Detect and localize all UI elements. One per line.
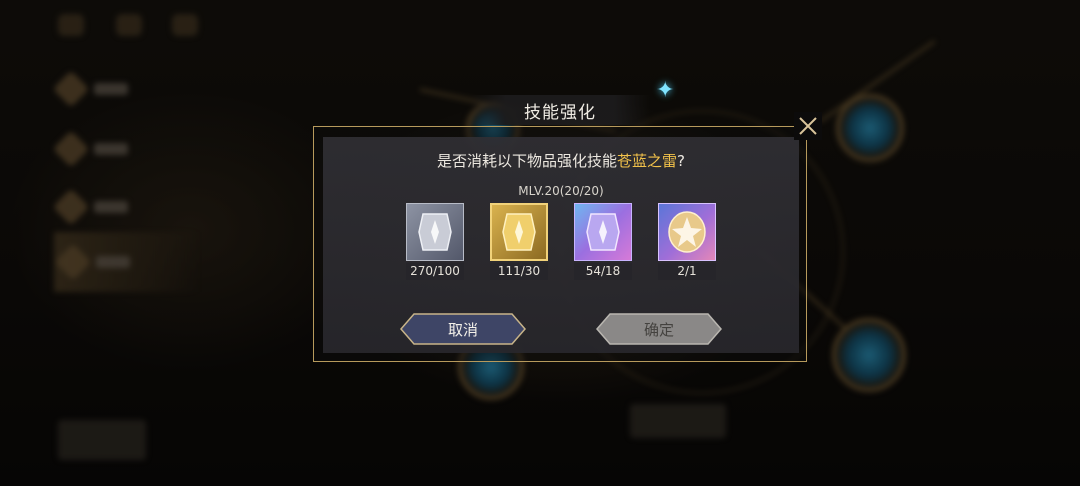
item-count: 54/18 bbox=[574, 263, 632, 280]
cancel-button[interactable]: 取消 bbox=[400, 313, 526, 345]
item-count: 2/1 bbox=[658, 263, 716, 280]
item-count: 111/30 bbox=[490, 263, 548, 280]
cost-item[interactable]: 54/18 bbox=[574, 203, 634, 280]
sparkle-icon: ✦ bbox=[656, 78, 675, 103]
confirm-question: 是否消耗以下物品强化技能苍蓝之雷? bbox=[323, 150, 799, 171]
cost-item[interactable]: 270/100 bbox=[406, 203, 466, 280]
confirm-button[interactable]: 确定 bbox=[596, 313, 722, 345]
skill-name: 苍蓝之雷 bbox=[617, 152, 678, 170]
cost-item[interactable]: 2/1 bbox=[658, 203, 718, 280]
gold-crystal-icon bbox=[490, 203, 548, 261]
dialog-title: 技能强化 bbox=[524, 102, 596, 123]
silver-crystal-icon bbox=[406, 203, 464, 261]
close-icon bbox=[799, 117, 817, 135]
question-mark: ? bbox=[677, 152, 685, 170]
question-text: 是否消耗以下物品强化技能 bbox=[437, 152, 618, 170]
confirm-label: 确定 bbox=[643, 320, 674, 339]
cost-items: 270/100 111/30 54/18 2/1 bbox=[406, 203, 718, 283]
prismatic-crystal-icon bbox=[574, 203, 632, 261]
item-count: 270/100 bbox=[406, 263, 464, 280]
close-button[interactable] bbox=[794, 112, 822, 140]
cost-item[interactable]: 111/30 bbox=[490, 203, 550, 280]
dialog-title-bar: 技能强化 bbox=[470, 95, 650, 125]
star-emblem-icon bbox=[658, 203, 716, 261]
skill-level: MLV.20(20/20) bbox=[518, 184, 604, 198]
cancel-label: 取消 bbox=[447, 320, 478, 339]
